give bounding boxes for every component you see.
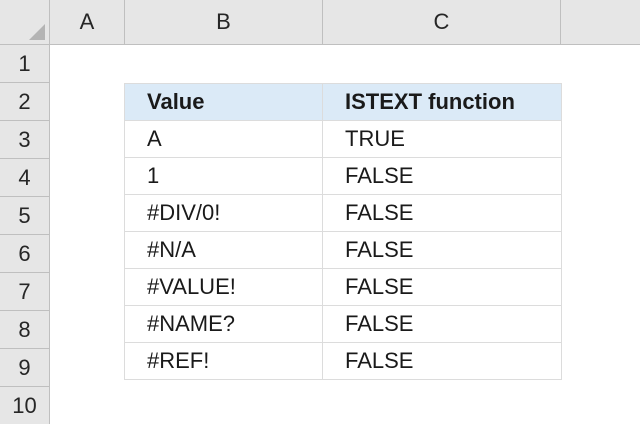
column-header-c[interactable]: C [323, 0, 561, 45]
row-header-10[interactable]: 10 [0, 387, 50, 424]
row-header-2[interactable]: 2 [0, 83, 50, 121]
row-header-9[interactable]: 9 [0, 349, 50, 387]
table-row: #NAME? FALSE [124, 305, 562, 343]
table-row: #VALUE! FALSE [124, 268, 562, 306]
cell-b6[interactable]: #N/A [124, 231, 323, 269]
cell-b4[interactable]: 1 [124, 157, 323, 195]
cell-b7[interactable]: #VALUE! [124, 268, 323, 306]
cell-c6[interactable]: FALSE [322, 231, 562, 269]
row-header-6[interactable]: 6 [0, 235, 50, 273]
table-row: 1 FALSE [124, 157, 562, 195]
cell-c3[interactable]: TRUE [322, 120, 562, 158]
column-header-d[interactable] [561, 0, 640, 45]
column-header-b[interactable]: B [125, 0, 323, 45]
cell-c8[interactable]: FALSE [322, 305, 562, 343]
table-row: A TRUE [124, 120, 562, 158]
row-header-7[interactable]: 7 [0, 273, 50, 311]
cell-b9[interactable]: #REF! [124, 342, 323, 380]
cell-b3[interactable]: A [124, 120, 323, 158]
column-header-a[interactable]: A [50, 0, 125, 45]
table-row: #REF! FALSE [124, 342, 562, 380]
row-header-5[interactable]: 5 [0, 197, 50, 235]
select-all-button[interactable] [0, 0, 50, 45]
cell-c7[interactable]: FALSE [322, 268, 562, 306]
cell-c4[interactable]: FALSE [322, 157, 562, 195]
cell-b2[interactable]: Value [124, 83, 323, 121]
row-header-1[interactable]: 1 [0, 45, 50, 83]
select-all-triangle-icon [29, 24, 45, 40]
cell-c5[interactable]: FALSE [322, 194, 562, 232]
cell-b5[interactable]: #DIV/0! [124, 194, 323, 232]
istext-table: Value ISTEXT function A TRUE 1 FALSE #DI… [124, 83, 562, 380]
cell-c9[interactable]: FALSE [322, 342, 562, 380]
cell-c2[interactable]: ISTEXT function [322, 83, 562, 121]
row-header-3[interactable]: 3 [0, 121, 50, 159]
spreadsheet-grid: A B C 1 2 3 4 5 6 7 8 9 10 Value ISTEXT … [0, 0, 640, 424]
table-row: #N/A FALSE [124, 231, 562, 269]
table-header-row: Value ISTEXT function [124, 83, 562, 121]
row-header-8[interactable]: 8 [0, 311, 50, 349]
row-header-4[interactable]: 4 [0, 159, 50, 197]
table-row: #DIV/0! FALSE [124, 194, 562, 232]
cell-b8[interactable]: #NAME? [124, 305, 323, 343]
